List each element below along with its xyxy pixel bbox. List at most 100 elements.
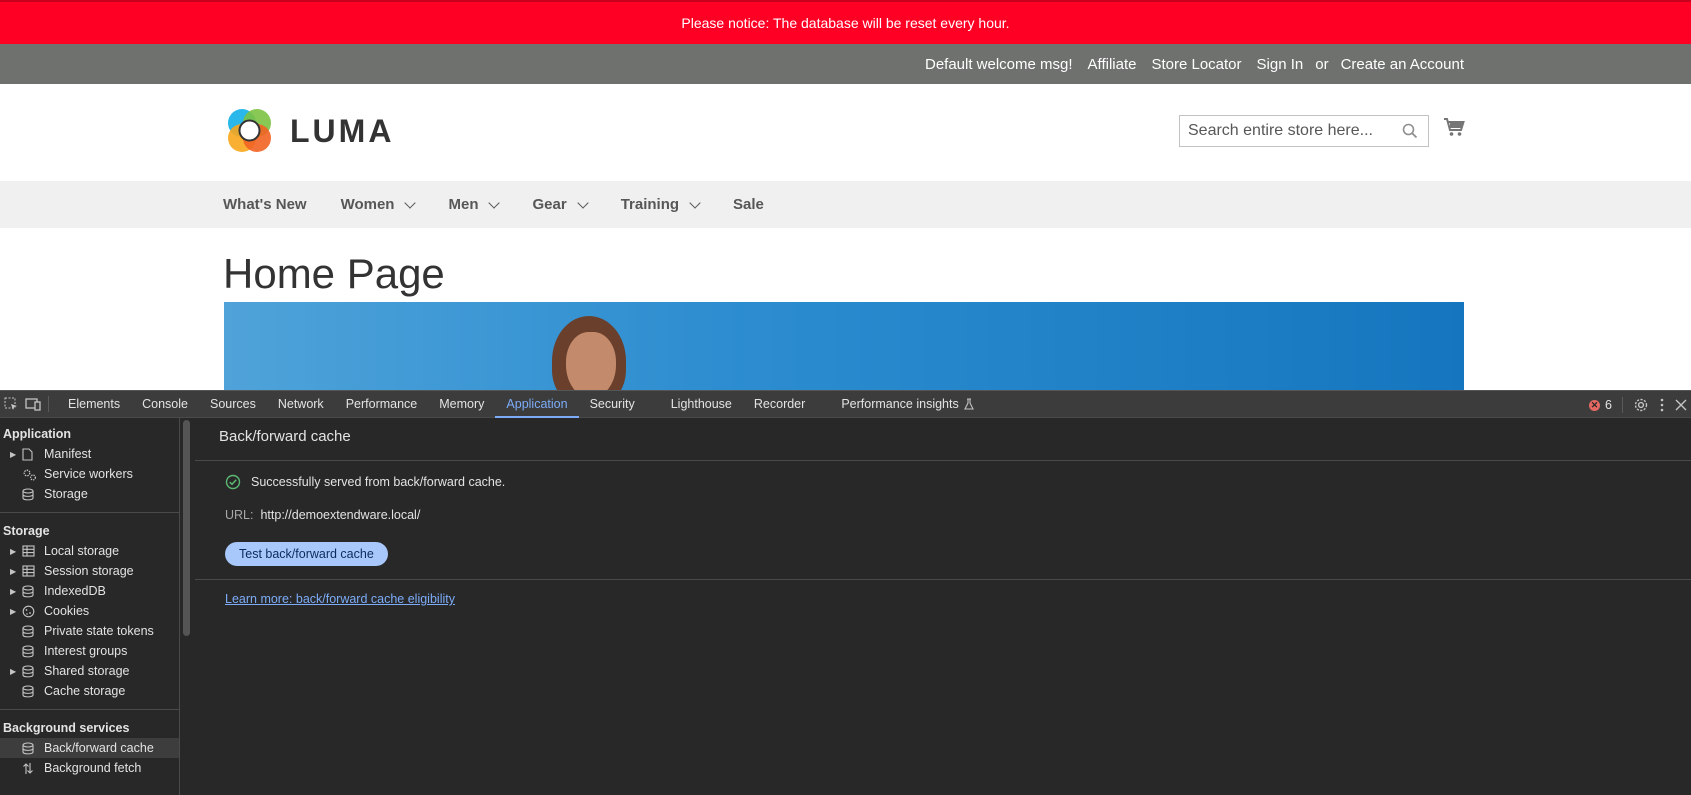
sidebar-scrollbar[interactable] <box>183 420 190 636</box>
sidebar-item-label: Local storage <box>44 544 120 558</box>
sidebar-item-manifest[interactable]: ▶ Manifest <box>0 444 179 464</box>
sidebar-item-storage-overview[interactable]: Storage <box>0 484 179 504</box>
sidebar-divider <box>0 709 179 710</box>
nav-label: Training <box>620 196 680 213</box>
nav-item-men[interactable]: Men <box>448 196 501 213</box>
inspect-element-icon[interactable] <box>0 391 22 417</box>
sidebar-section-application: Application <box>3 427 72 441</box>
sidebar-item-label: Storage <box>44 487 88 501</box>
back-forward-cache-panel: Back/forward cache Successfully served f… <box>195 418 1691 795</box>
up-down-arrows-icon <box>22 762 44 775</box>
nav-label: Sale <box>733 196 764 213</box>
sidebar-item-shared-storage[interactable]: ▶ Shared storage <box>0 661 179 681</box>
nav-item-whats-new[interactable]: What's New <box>223 196 307 213</box>
check-circle-icon <box>225 474 241 490</box>
create-account-link[interactable]: Create an Account <box>1341 56 1464 73</box>
chevron-down-icon <box>577 196 589 209</box>
page-title: Home Page <box>223 250 445 297</box>
expand-arrow-icon[interactable]: ▶ <box>10 667 22 676</box>
sidebar-item-private-state-tokens[interactable]: Private state tokens <box>0 621 179 641</box>
error-icon: ✕ <box>1589 399 1601 411</box>
expand-arrow-icon[interactable]: ▶ <box>10 607 22 616</box>
search-input[interactable] <box>1180 116 1390 146</box>
hero-model-face <box>566 332 616 390</box>
nav-item-women[interactable]: Women <box>340 196 417 213</box>
sign-in-link[interactable]: Sign In <box>1257 56 1304 73</box>
sidebar-item-local-storage[interactable]: ▶ Local storage <box>0 541 179 561</box>
settings-gear-icon[interactable] <box>1633 397 1649 413</box>
status-text: Successfully served from back/forward ca… <box>251 475 506 489</box>
tab-security[interactable]: Security <box>579 391 660 418</box>
expand-arrow-icon[interactable]: ▶ <box>10 450 22 459</box>
luma-logo[interactable]: LUMA <box>224 106 394 156</box>
sidebar-item-service-workers[interactable]: Service workers <box>0 464 179 484</box>
sidebar-item-interest-groups[interactable]: Interest groups <box>0 641 179 661</box>
sidebar-item-background-fetch[interactable]: Background fetch <box>0 758 179 778</box>
cart-icon[interactable] <box>1443 116 1465 138</box>
devtools-panel: Elements Console Sources Network Perform… <box>0 390 1691 795</box>
or-separator: or <box>1315 55 1329 73</box>
sidebar-item-label: Interest groups <box>44 644 128 658</box>
sidebar-item-cache-storage[interactable]: Cache storage <box>0 681 179 701</box>
panel-title: Back/forward cache <box>219 428 351 445</box>
close-devtools-icon[interactable] <box>1675 399 1687 411</box>
sidebar-item-label: Manifest <box>44 447 92 461</box>
tab-performance-insights-label: Performance insights <box>841 397 959 411</box>
luma-logo-icon <box>228 109 271 152</box>
database-icon <box>22 644 44 658</box>
test-back-forward-cache-button[interactable]: Test back/forward cache <box>225 542 388 566</box>
panel-divider <box>195 460 1691 461</box>
tab-application[interactable]: Application <box>495 391 579 418</box>
learn-more-link[interactable]: Learn more: back/forward cache eligibili… <box>225 592 455 606</box>
error-counter[interactable]: ✕ 6 <box>1589 398 1612 412</box>
application-sidebar: Application ▶ Manifest Service workers S… <box>0 418 180 795</box>
chevron-down-icon <box>404 196 417 209</box>
expand-arrow-icon[interactable]: ▶ <box>10 567 22 576</box>
device-toolbar-icon[interactable] <box>22 391 44 417</box>
store-locator-link[interactable]: Store Locator <box>1151 56 1241 73</box>
nav-item-sale[interactable]: Sale <box>733 196 764 213</box>
hero-banner-image[interactable] <box>224 302 1464 390</box>
chevron-down-icon <box>488 196 501 209</box>
nav-label: Men <box>448 196 479 213</box>
header-panel: Default welcome msg! Affiliate Store Loc… <box>0 44 1691 84</box>
nav-label: Gear <box>532 196 567 213</box>
tab-network[interactable]: Network <box>267 391 335 418</box>
tab-memory[interactable]: Memory <box>428 391 495 418</box>
main-navigation: What's New Women Men Gear Training Sale <box>0 181 1691 228</box>
nav-item-training[interactable]: Training <box>620 196 701 213</box>
expand-arrow-icon[interactable]: ▶ <box>10 587 22 596</box>
sidebar-item-cookies[interactable]: ▶ Cookies <box>0 601 179 621</box>
cache-status: Successfully served from back/forward ca… <box>225 474 505 490</box>
devtools-tab-bar: Elements Console Sources Network Perform… <box>0 390 1691 418</box>
sidebar-item-label: Service workers <box>44 467 133 481</box>
url-value: http://demoextendware.local/ <box>260 508 421 522</box>
tab-sources[interactable]: Sources <box>199 391 267 418</box>
tab-console[interactable]: Console <box>131 391 199 418</box>
sidebar-item-back-forward-cache[interactable]: Back/forward cache <box>0 738 179 758</box>
tab-elements[interactable]: Elements <box>57 391 131 418</box>
experiment-flask-icon <box>963 398 974 410</box>
expand-arrow-icon[interactable]: ▶ <box>10 547 22 556</box>
error-count: 6 <box>1605 398 1612 412</box>
notice-text: Please notice: The database will be rese… <box>681 15 1010 31</box>
nav-label: What's New <box>223 196 307 213</box>
search-box[interactable] <box>1179 115 1429 147</box>
sidebar-item-indexeddb[interactable]: ▶ IndexedDB <box>0 581 179 601</box>
nav-label: Women <box>340 196 395 213</box>
sidebar-item-session-storage[interactable]: ▶ Session storage <box>0 561 179 581</box>
affiliate-link[interactable]: Affiliate <box>1088 56 1137 73</box>
tab-performance[interactable]: Performance <box>335 391 429 418</box>
sidebar-item-label: Cache storage <box>44 684 126 698</box>
search-icon[interactable] <box>1402 123 1418 139</box>
table-grid-icon <box>22 545 44 557</box>
demo-notice-banner: Please notice: The database will be rese… <box>0 0 1691 44</box>
toolbar-divider <box>48 396 49 412</box>
nav-item-gear[interactable]: Gear <box>532 196 589 213</box>
store-header: LUMA <box>0 84 1691 181</box>
tab-performance-insights[interactable]: Performance insights <box>830 391 984 418</box>
more-options-icon[interactable] <box>1659 397 1665 413</box>
sidebar-item-label: Shared storage <box>44 664 130 678</box>
tab-lighthouse[interactable]: Lighthouse <box>660 391 743 418</box>
tab-recorder[interactable]: Recorder <box>743 391 830 418</box>
